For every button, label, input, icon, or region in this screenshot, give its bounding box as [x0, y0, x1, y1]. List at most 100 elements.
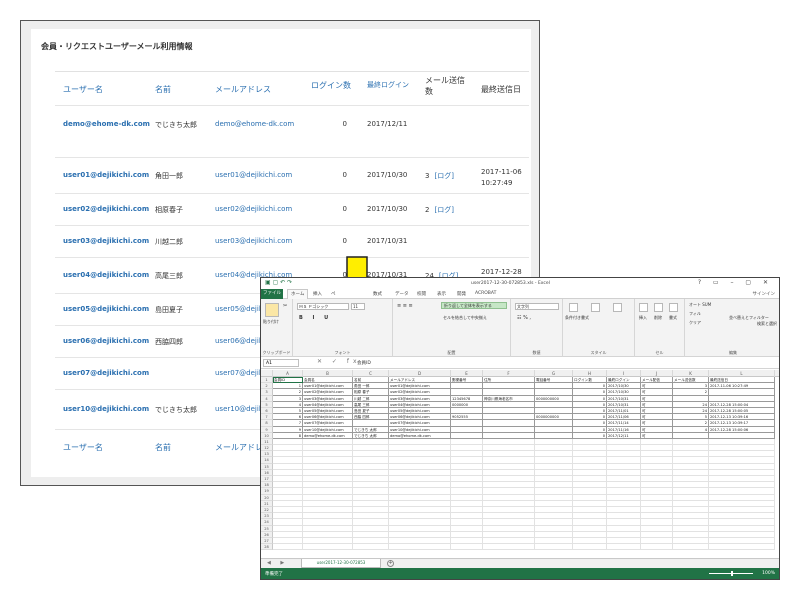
column-header[interactable]: J — [641, 370, 673, 377]
mail-link[interactable]: user03@dejikichi.com — [215, 237, 292, 245]
tab-data[interactable]: データ — [395, 291, 409, 297]
log-link[interactable]: [ログ] — [434, 172, 453, 180]
header-last-login[interactable]: 最終ログイン — [367, 80, 409, 90]
conditional-format-icon[interactable] — [569, 303, 578, 312]
log-link[interactable]: [ログ] — [434, 206, 453, 214]
formula-symbols[interactable]: ✕ ✓ fx — [317, 358, 361, 365]
column-header[interactable]: B — [303, 370, 353, 377]
insert-cells-icon[interactable] — [639, 303, 648, 312]
select-all-corner[interactable] — [261, 370, 273, 377]
percent-comma-icons[interactable]: ☷ % , — [517, 315, 531, 321]
table-row: user02@dejikichi.com 相原春子 user02@dejikichi… — [55, 194, 529, 226]
tab-dev[interactable]: 開発 — [457, 291, 466, 297]
user-link[interactable]: user10@dejikichi.com — [63, 405, 149, 413]
paste-button[interactable]: 貼り付け — [263, 319, 279, 325]
sheet-cell[interactable] — [303, 544, 353, 551]
footer-user[interactable]: ユーザー名 — [63, 442, 103, 453]
cell-style-icon[interactable] — [613, 303, 622, 312]
format-as-table-icon[interactable] — [591, 303, 600, 312]
window-controls[interactable]: ? ▭ – ▢ ✕ — [698, 279, 773, 286]
paste-icon[interactable] — [265, 303, 279, 317]
cut-icon[interactable]: ✂ — [283, 303, 287, 309]
delete-button[interactable]: 削除 — [654, 315, 662, 321]
font-size-select[interactable]: 11 — [351, 303, 365, 310]
user-link[interactable]: user07@dejikichi.com — [63, 369, 149, 377]
sheet-cell[interactable] — [451, 544, 483, 551]
add-sheet-icon[interactable]: + — [387, 560, 394, 567]
number-format-select[interactable]: 文字列 — [515, 303, 559, 310]
sheet-cell[interactable] — [709, 544, 775, 551]
user-name: 島田夏子 — [155, 306, 183, 314]
sheet-cell[interactable] — [353, 544, 389, 551]
bold-italic-underline-buttons[interactable]: B I U — [299, 315, 332, 321]
conditional-format-button[interactable]: 条件付き書式 — [565, 315, 589, 321]
mail-link[interactable]: demo@ehome-dk.com — [215, 120, 294, 128]
header-mail[interactable]: メールアドレス — [215, 84, 271, 95]
wrap-text-button[interactable]: 折り返して全体を表示する — [441, 302, 507, 309]
column-headers: ABCDEFGHIJKL — [261, 370, 779, 377]
user-link[interactable]: user01@dejikichi.com — [63, 171, 149, 179]
tab-insert[interactable]: 挿入 — [313, 291, 322, 297]
user-link[interactable]: user04@dejikichi.com — [63, 271, 149, 279]
column-header[interactable]: K — [673, 370, 709, 377]
format-cells-icon[interactable] — [669, 303, 678, 312]
column-header[interactable]: E — [451, 370, 483, 377]
header-login-count[interactable]: ログイン数 — [311, 80, 351, 91]
header-name[interactable]: 名前 — [155, 84, 171, 95]
align-icons[interactable]: ≡ ≡ ≡ — [397, 303, 413, 309]
sheet-cell[interactable] — [389, 544, 451, 551]
sheet-cell[interactable] — [673, 544, 709, 551]
user-link[interactable]: user06@dejikichi.com — [63, 337, 149, 345]
sheet-cell[interactable] — [273, 544, 303, 551]
find-select-button[interactable]: 検索と選択 — [757, 321, 777, 327]
autosum-button[interactable]: オート SUM — [689, 302, 711, 308]
column-header[interactable]: L — [709, 370, 775, 377]
column-header[interactable]: F — [483, 370, 535, 377]
insert-button[interactable]: 挿入 — [639, 315, 647, 321]
column-header[interactable]: D — [389, 370, 451, 377]
sheet-tab[interactable]: user2017-12-30-072853 — [301, 559, 381, 568]
column-header[interactable]: I — [607, 370, 641, 377]
tab-formula[interactable]: 数式 — [373, 291, 382, 297]
column-header[interactable]: G — [535, 370, 573, 377]
user-link[interactable]: user05@dejikichi.com — [63, 305, 149, 313]
quick-access-icons[interactable]: ▣ ▢ ↶ ↷ — [265, 279, 292, 286]
name-box[interactable]: A1 — [263, 359, 299, 367]
column-header[interactable]: C — [353, 370, 389, 377]
sheet-cell[interactable] — [641, 544, 673, 551]
zoom-slider-knob[interactable] — [731, 571, 733, 576]
signin-link[interactable]: サインイン — [753, 291, 776, 297]
mail-link[interactable]: user01@dejikichi.com — [215, 171, 292, 179]
row-number[interactable]: 28 — [261, 544, 273, 551]
spreadsheet-grid[interactable]: ABCDEFGHIJKL 1 会員ID 会員名 名前 メールアドレス 郵便番号 住所 電話番号… — [261, 370, 779, 556]
tab-review[interactable]: 校閲 — [417, 291, 426, 297]
tab-home[interactable]: ホーム — [287, 289, 309, 299]
tab-file[interactable]: ファイル — [261, 289, 283, 299]
tab-page[interactable]: ペ — [331, 291, 336, 297]
clear-button[interactable]: クリア — [689, 320, 701, 326]
sheet-cell[interactable] — [535, 544, 573, 551]
user-link[interactable]: demo@ehome-dk.com — [63, 120, 150, 128]
tab-acrobat[interactable]: ACROBAT — [475, 291, 496, 296]
tab-view[interactable]: 表示 — [437, 291, 446, 297]
user-link[interactable]: user03@dejikichi.com — [63, 237, 149, 245]
sheet-cell[interactable] — [483, 544, 535, 551]
fill-button[interactable]: フィル — [689, 311, 701, 317]
group-clipboard: 貼り付け ✂ クリップボード — [261, 299, 293, 357]
header-user[interactable]: ユーザー名 — [63, 84, 103, 95]
sheet-nav-icons[interactable]: ◀ ▶ — [267, 560, 288, 566]
sheet-cell[interactable] — [573, 544, 607, 551]
user-link[interactable]: user02@dejikichi.com — [63, 205, 149, 213]
merge-center-button[interactable]: セルを結合して中央揃え — [443, 315, 487, 321]
delete-cells-icon[interactable] — [654, 303, 663, 312]
font-name-select[interactable]: ＭＳ Ｐゴシック — [297, 303, 349, 310]
sheet-cell[interactable] — [607, 544, 641, 551]
format-button[interactable]: 書式 — [669, 315, 677, 321]
column-header[interactable]: A — [273, 370, 303, 377]
mail-link[interactable]: user02@dejikichi.com — [215, 205, 292, 213]
column-header[interactable]: H — [573, 370, 607, 377]
login-count: 0 — [342, 237, 347, 245]
formula-input[interactable]: 会員ID — [357, 360, 371, 366]
last-sent-date: 2017-11-06 — [481, 168, 522, 176]
footer-name[interactable]: 名前 — [155, 442, 171, 453]
